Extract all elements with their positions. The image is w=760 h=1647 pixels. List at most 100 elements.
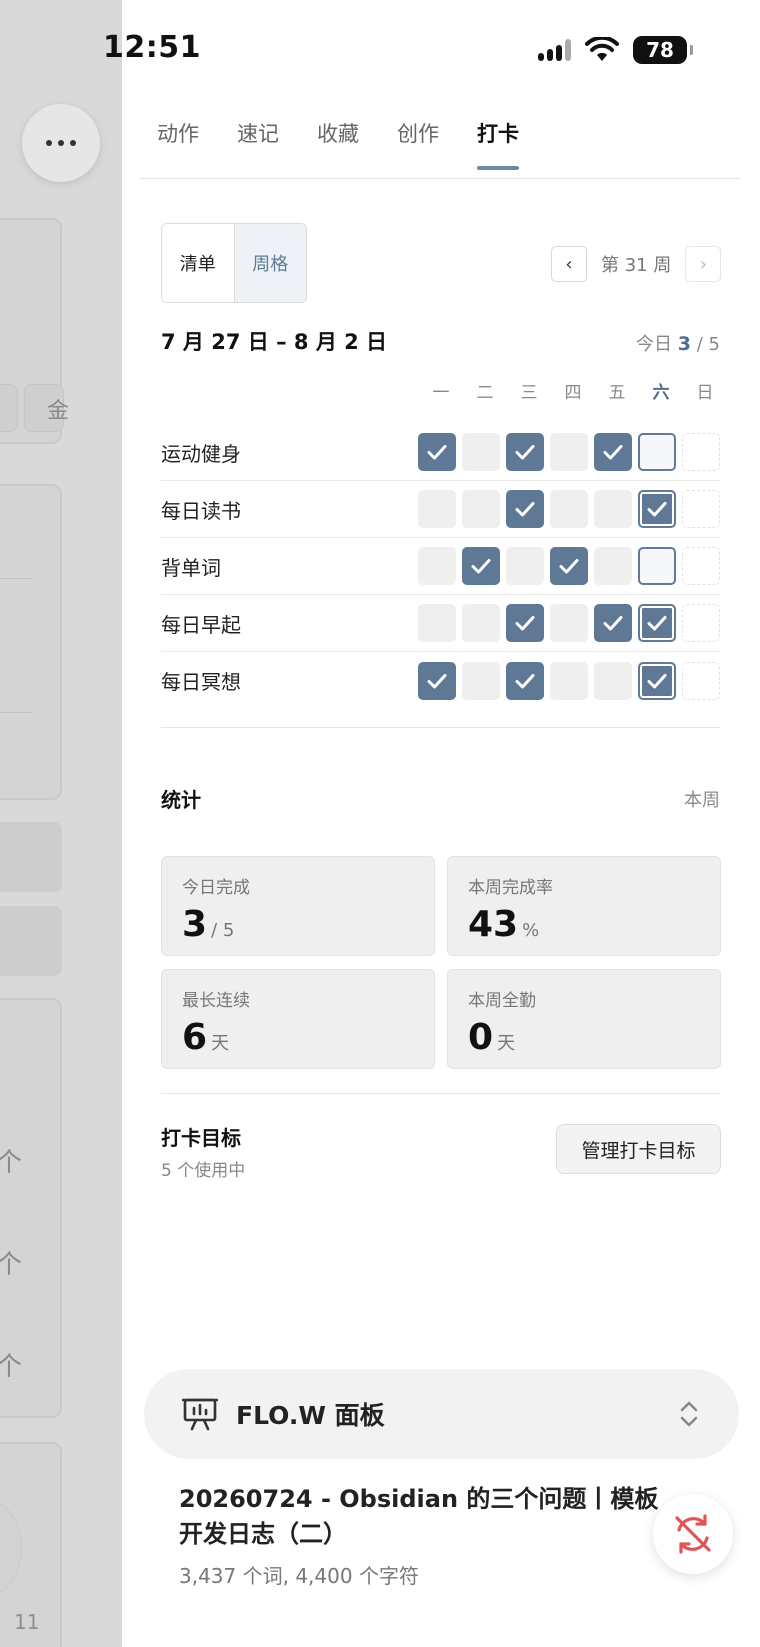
habit-name: 背单词 <box>161 555 221 580</box>
habit-day-checkbox[interactable] <box>550 490 588 528</box>
tabs-divider <box>140 178 740 179</box>
checkmark-icon <box>471 559 491 574</box>
checkmark-icon <box>515 502 535 517</box>
date-range: 7 月 27 日 – 8 月 2 日 <box>161 330 388 354</box>
habit-day-checkbox <box>682 604 720 642</box>
habit-day-checkbox[interactable] <box>506 547 544 585</box>
habit-day-checkbox[interactable] <box>506 661 544 700</box>
habit-day-checkbox[interactable] <box>462 661 500 700</box>
flow-panel-title: FLO.W 面板 <box>236 1401 385 1430</box>
stats-title: 统计 <box>161 788 201 812</box>
tab-actions[interactable]: 动作 <box>157 118 199 170</box>
background-chip: 金 <box>24 384 69 432</box>
stat-longest-streak: 最长连续 6天 <box>161 969 435 1069</box>
checkmark-icon <box>427 673 447 688</box>
weekday-header: 一二三四五六日 <box>419 378 727 403</box>
checkmark-icon <box>515 445 535 460</box>
checkmark-icon <box>427 445 447 460</box>
habit-day-checkbox[interactable] <box>550 661 588 700</box>
habit-day-checkbox[interactable] <box>594 604 632 642</box>
habit-grid: 运动健身每日读书背单词每日早起每日冥想 <box>161 424 720 709</box>
status-time: 12:51 <box>103 30 201 65</box>
week-navigation: ‹ 第 31 周 › <box>551 246 722 282</box>
weekday-label: 六 <box>652 383 670 403</box>
more-dot-icon <box>58 140 64 146</box>
habit-day-checkbox[interactable] <box>638 661 676 700</box>
background-panel: 金 个 个 个 11 <box>0 0 122 1647</box>
habit-row: 每日早起 <box>161 595 720 652</box>
more-options-button[interactable] <box>22 104 100 182</box>
wifi-icon <box>585 37 619 61</box>
habit-day-checkbox[interactable] <box>462 547 500 585</box>
weekday-label: 五 <box>608 383 626 403</box>
section-divider <box>161 727 720 728</box>
more-dot-icon <box>46 140 52 146</box>
background-chip <box>0 384 18 432</box>
habit-day-checkbox[interactable] <box>462 604 500 642</box>
habit-day-checkbox[interactable] <box>506 604 544 642</box>
habit-day-checkbox[interactable] <box>594 661 632 700</box>
weekday-label: 二 <box>476 383 494 403</box>
habit-day-checkbox[interactable] <box>506 433 544 471</box>
view-week-button[interactable]: 周格 <box>233 224 306 302</box>
habit-row: 运动健身 <box>161 424 720 481</box>
habit-name: 运动健身 <box>161 441 241 466</box>
habit-day-checkbox[interactable] <box>418 490 456 528</box>
habit-day-checkbox <box>682 433 720 471</box>
habit-day-checkbox[interactable] <box>550 547 588 585</box>
chevron-up-down-icon <box>680 1401 698 1427</box>
weekday-label: 三 <box>520 383 538 403</box>
background-block <box>0 822 62 892</box>
battery-icon: 78 <box>633 36 693 64</box>
habit-day-checkbox[interactable] <box>638 604 676 642</box>
prev-week-button[interactable]: ‹ <box>551 246 587 282</box>
habit-day-checkbox[interactable] <box>638 490 676 528</box>
habit-day-checkbox[interactable] <box>506 490 544 528</box>
habit-day-checkbox <box>682 661 720 700</box>
checkmark-icon <box>559 559 579 574</box>
habit-day-checkbox[interactable] <box>462 490 500 528</box>
note-title[interactable]: 20260724 - Obsidian 的三个问题丨模板开发日志（二） <box>179 1482 659 1552</box>
manage-goals-button[interactable]: 管理打卡目标 <box>556 1124 721 1174</box>
habit-name: 每日冥想 <box>161 670 241 694</box>
checkmark-icon <box>603 616 623 631</box>
status-icons: 78 <box>538 36 693 64</box>
cellular-signal-icon <box>538 39 571 61</box>
habit-day-checkbox[interactable] <box>418 433 456 471</box>
habit-row: 背单词 <box>161 538 720 595</box>
next-week-button[interactable]: › <box>685 246 722 282</box>
habit-day-checkbox[interactable] <box>462 433 500 471</box>
tab-checkin[interactable]: 打卡 <box>477 118 519 170</box>
habit-day-checkbox[interactable] <box>594 490 632 528</box>
flow-panel-selector[interactable]: FLO.W 面板 <box>144 1369 739 1459</box>
checkmark-icon <box>603 445 623 460</box>
weekday-label: 一 <box>432 383 450 403</box>
habit-row: 每日读书 <box>161 481 720 538</box>
habit-day-checkbox[interactable] <box>418 661 456 700</box>
habit-day-checkbox[interactable] <box>638 547 676 585</box>
tab-favorites[interactable]: 收藏 <box>317 118 359 170</box>
habit-day-checkbox[interactable] <box>594 433 632 471</box>
background-card <box>0 484 62 800</box>
habit-day-checkbox[interactable] <box>550 433 588 471</box>
view-toggle: 清单 周格 <box>161 223 307 303</box>
habit-name: 每日读书 <box>161 498 241 523</box>
sync-button[interactable] <box>653 1494 733 1574</box>
habit-day-checkbox[interactable] <box>418 547 456 585</box>
background-divider <box>0 578 32 579</box>
stats-range: 本周 <box>684 790 720 811</box>
tab-creation[interactable]: 创作 <box>397 118 439 170</box>
tab-quick-notes[interactable]: 速记 <box>237 118 279 170</box>
stat-week-rate: 本周完成率 43% <box>447 856 721 956</box>
habit-day-checkbox[interactable] <box>418 604 456 642</box>
habit-day-checkbox[interactable] <box>550 604 588 642</box>
habit-day-checkbox[interactable] <box>594 547 632 585</box>
checkmark-icon <box>647 673 667 688</box>
habit-day-checkbox[interactable] <box>638 433 676 471</box>
main-tabs: 动作 速记 收藏 创作 打卡 <box>157 118 519 170</box>
view-list-button[interactable]: 清单 <box>162 224 234 302</box>
checkmark-icon <box>515 673 535 688</box>
background-divider <box>0 712 32 713</box>
stat-full-attendance: 本周全勤 0天 <box>447 969 721 1069</box>
sync-off-icon <box>675 1514 711 1554</box>
